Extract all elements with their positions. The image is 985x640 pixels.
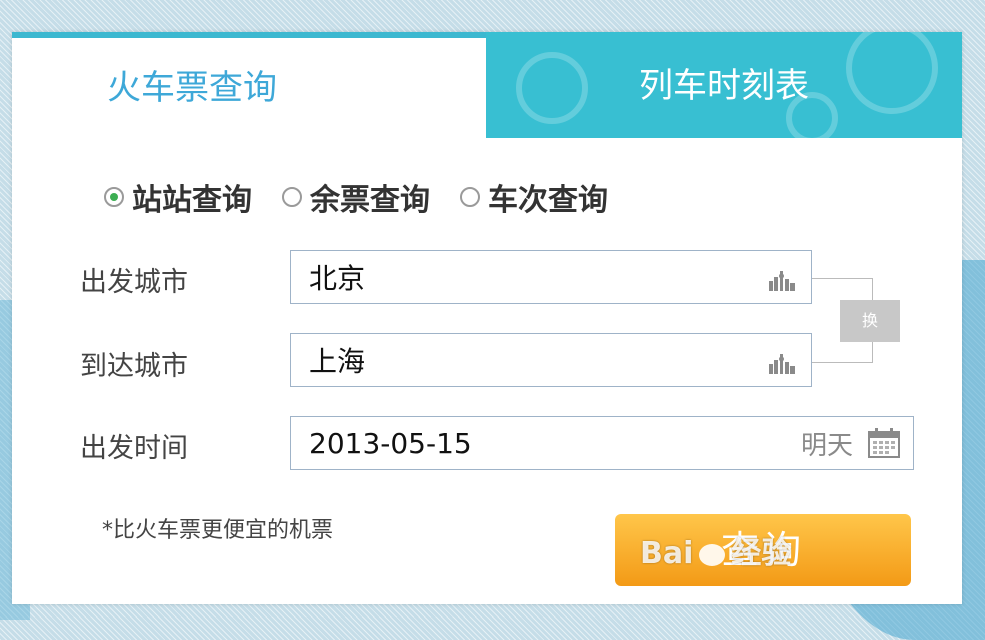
from-city-input[interactable]: 北京 xyxy=(290,250,812,304)
radio-label: 车次查询 xyxy=(488,183,608,218)
radio-checked-icon[interactable] xyxy=(104,187,124,207)
radio-remaining-tickets[interactable]: 余票查询 xyxy=(282,175,430,219)
departure-date-value: 2013-05-15 xyxy=(309,426,472,460)
to-city-value: 上海 xyxy=(309,345,366,378)
radio-label: 站站查询 xyxy=(132,183,252,218)
swap-connector-line xyxy=(812,342,873,363)
radio-unchecked-icon[interactable] xyxy=(282,187,302,207)
departure-date-label: 出发时间 xyxy=(80,433,188,464)
cheap-flights-link[interactable]: *比火车票更便宜的机票 xyxy=(102,512,333,544)
to-city-input[interactable]: 上海 xyxy=(290,333,812,387)
from-city-value: 北京 xyxy=(309,262,366,295)
watermark-right: 经验 xyxy=(731,536,792,571)
tab-train-timetable-label: 列车时刻表 xyxy=(639,66,809,106)
swap-connector-line xyxy=(812,278,873,301)
radio-unchecked-icon[interactable] xyxy=(460,187,480,207)
tab-train-timetable[interactable]: 列车时刻表 xyxy=(486,32,962,138)
date-relative-label: 明天 xyxy=(800,430,853,461)
swap-cities-button[interactable]: 换 xyxy=(840,300,900,342)
city-skyline-icon[interactable] xyxy=(767,269,797,291)
radio-train-number[interactable]: 车次查询 xyxy=(460,175,608,219)
calendar-icon[interactable] xyxy=(867,427,901,459)
city-skyline-icon[interactable] xyxy=(767,352,797,374)
train-search-panel: 火车票查询 列车时刻表 站站查询 余票查询 车次查询 出发城市 北京 到达城市 … xyxy=(12,32,962,604)
paw-icon xyxy=(699,543,726,566)
radio-label: 余票查询 xyxy=(310,183,430,218)
from-city-label: 出发城市 xyxy=(80,267,188,298)
gear-decoration-icon xyxy=(846,32,938,114)
tab-train-ticket-label: 火车票查询 xyxy=(107,68,277,108)
departure-date-input[interactable]: 2013-05-15 明天 xyxy=(290,416,914,470)
baidu-watermark: Bai 经验 xyxy=(640,528,791,572)
tab-train-ticket-query[interactable]: 火车票查询 xyxy=(12,38,486,138)
watermark-left: Bai xyxy=(640,536,694,571)
radio-station-to-station[interactable]: 站站查询 xyxy=(104,175,252,219)
to-city-label: 到达城市 xyxy=(80,351,188,382)
query-mode-group: 站站查询 余票查询 车次查询 xyxy=(104,172,638,222)
gear-decoration-icon xyxy=(516,52,588,124)
